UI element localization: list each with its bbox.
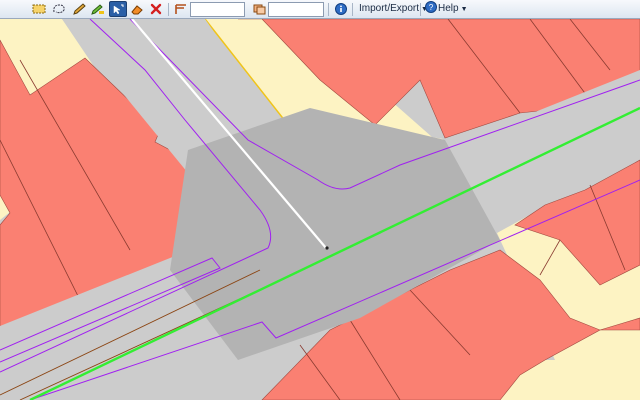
chevron-down-icon: ▼ [460, 6, 468, 13]
select-rectangle-icon [32, 4, 46, 14]
lasso-icon [53, 4, 65, 14]
filter-tool[interactable] [172, 1, 190, 17]
toolbar-separator [328, 3, 329, 16]
svg-text:?: ? [429, 3, 434, 12]
draw-tool[interactable] [70, 1, 88, 17]
erase-tool[interactable] [128, 1, 146, 17]
info-button[interactable] [332, 1, 350, 17]
eraser-icon [131, 5, 143, 15]
red-x-icon [150, 3, 162, 15]
pencil-icon [73, 3, 86, 15]
filter-input-1[interactable] [190, 2, 245, 17]
ruler-icon [175, 4, 186, 14]
arrow-cursor-icon [113, 4, 124, 15]
import-export-menu[interactable]: Import/Export ▼ [359, 1, 428, 17]
edit-tool[interactable] [89, 1, 107, 17]
info-icon [335, 3, 347, 15]
help-icon: ? [425, 1, 437, 13]
import-export-label: Import/Export [359, 3, 420, 14]
edit-pencil-icon [91, 4, 104, 15]
filter-input-2[interactable] [268, 2, 324, 17]
layers-icon [253, 4, 266, 15]
delete-tool[interactable] [147, 1, 165, 17]
editor-toolbar: Import/Export ▼ ? Help ▼ [0, 0, 640, 19]
help-menu[interactable]: ? Help ▼ [425, 1, 468, 17]
help-label: Help [438, 3, 459, 14]
select-area-tool[interactable] [30, 1, 48, 17]
toolbar-separator [420, 3, 421, 16]
map-canvas[interactable] [0, 19, 640, 400]
toolbar-separator [168, 3, 169, 16]
toolbar-separator [352, 3, 353, 16]
way-node[interactable] [325, 246, 329, 250]
select-polygon-tool[interactable] [50, 1, 68, 17]
layer-filter-tool[interactable] [250, 1, 268, 17]
pointer-tool[interactable] [109, 1, 127, 17]
